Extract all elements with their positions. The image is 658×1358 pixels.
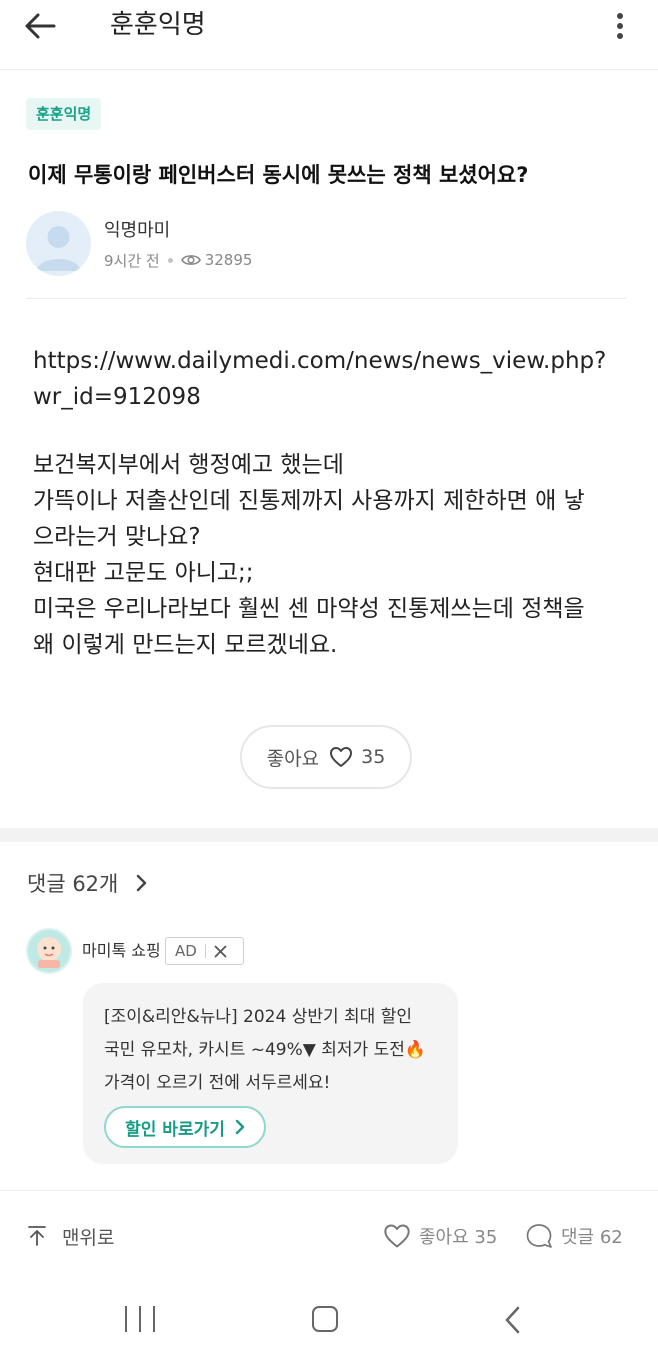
bottom-action-bar: 맨위로 좋아요 35 댓글 62 [0,1190,658,1280]
like-button[interactable]: 좋아요 35 [240,725,412,789]
to-top-label: 맨위로 [62,1226,115,1249]
bottom-like-label: 좋아요 35 [419,1227,498,1248]
eye-icon [180,253,201,267]
ad-card[interactable]: [조이&리안&뉴나] 2024 상반기 최대 할인 국민 유모차, 카시트 ~4… [83,983,458,1164]
post-body: https://www.dailymedi.com/news/news_view… [33,343,633,663]
chevron-right-icon [235,1119,245,1135]
heart-icon [383,1223,411,1249]
arrow-left-icon [25,13,56,39]
ad-text-line: [조이&리안&뉴나] 2024 상반기 최대 할인 [104,1007,412,1027]
post-link-line: https://www.dailymedi.com/news/news_view… [33,348,607,374]
chevron-right-icon [136,874,148,892]
like-count: 35 [361,746,386,768]
author-name: 익명마미 [104,220,171,241]
post-text-line: 으라는거 맞나요? [33,524,201,550]
cta-label: 할인 바로가기 [125,1119,225,1140]
system-navigation-bar [0,1282,658,1358]
board-title: 훈훈익명 [110,10,206,40]
shop-name: 마미톡 쇼핑 [82,941,161,960]
like-label: 좋아요 [266,747,320,770]
post-text-line: 미국은 우리나라보다 훨씬 센 마약성 진통제쓰는데 정책을 [33,596,585,622]
ad-text: [조이&리안&뉴나] 2024 상반기 최대 할인 국민 유모차, 카시트 ~4… [104,1001,444,1100]
baby-icon [28,930,70,972]
post-text-line: 왜 이렇게 만드는지 모르겠네요. [33,632,338,658]
default-user-icon [36,226,81,271]
more-options-button[interactable] [604,8,636,44]
comments-header[interactable]: 댓글 62개 [27,866,148,900]
ad-badge-separator [204,944,206,958]
recent-apps-icon[interactable] [125,1306,155,1334]
back-button[interactable] [20,8,60,44]
section-separator [0,828,658,842]
close-ad-icon[interactable] [214,945,227,958]
scroll-to-top-button[interactable]: 맨위로 [26,1221,114,1251]
author-avatar [26,211,91,276]
comments-count: 댓글 62개 [27,872,119,896]
post-link-line: wr_id=912098 [33,384,201,410]
system-back-icon[interactable] [498,1304,526,1336]
discount-shortcut-button[interactable]: 할인 바로가기 [104,1106,266,1148]
bottom-comment-button[interactable]: 댓글 62 [526,1221,623,1251]
shop-avatar [26,928,72,974]
home-icon[interactable] [312,1306,338,1332]
more-vertical-icon [617,13,623,39]
post-meta: 9시간 전 32895 [104,248,252,272]
bottom-comment-label: 댓글 62 [561,1227,623,1248]
arrow-up-icon [26,1225,48,1247]
post-text-line: 현대판 고문도 아니고;; [33,560,254,586]
ad-badge: AD [165,937,244,965]
divider [26,298,626,299]
comment-bubble-icon [526,1223,553,1249]
ad-text-line: 국민 유모차, 카시트 ~49%▼ 최저가 도전🔥 [104,1040,427,1060]
view-count: 32895 [204,251,253,269]
app-header: 훈훈익명 [0,0,658,70]
heart-icon [329,746,353,768]
post-time: 9시간 전 [104,251,160,270]
post-link[interactable]: https://www.dailymedi.com/news/news_view… [33,343,633,415]
post-title: 이제 무통이랑 페인버스터 동시에 못쓰는 정책 보셨어요? [28,163,529,187]
ad-label: AD [175,942,197,960]
bottom-like-button[interactable]: 좋아요 35 [383,1221,497,1251]
meta-separator [167,257,173,263]
post-text: 보건복지부에서 행정예고 했는데 가뜩이나 저출산인데 진통제까지 사용까지 제… [33,447,633,663]
post-text-line: 보건복지부에서 행정예고 했는데 [33,452,344,478]
ad-text-line: 가격이 오르기 전에 서두르세요! [104,1073,331,1093]
post-text-line: 가뜩이나 저출산인데 진통제까지 사용까지 제한하면 애 낳 [33,488,585,514]
board-badge[interactable]: 훈훈익명 [26,98,102,130]
